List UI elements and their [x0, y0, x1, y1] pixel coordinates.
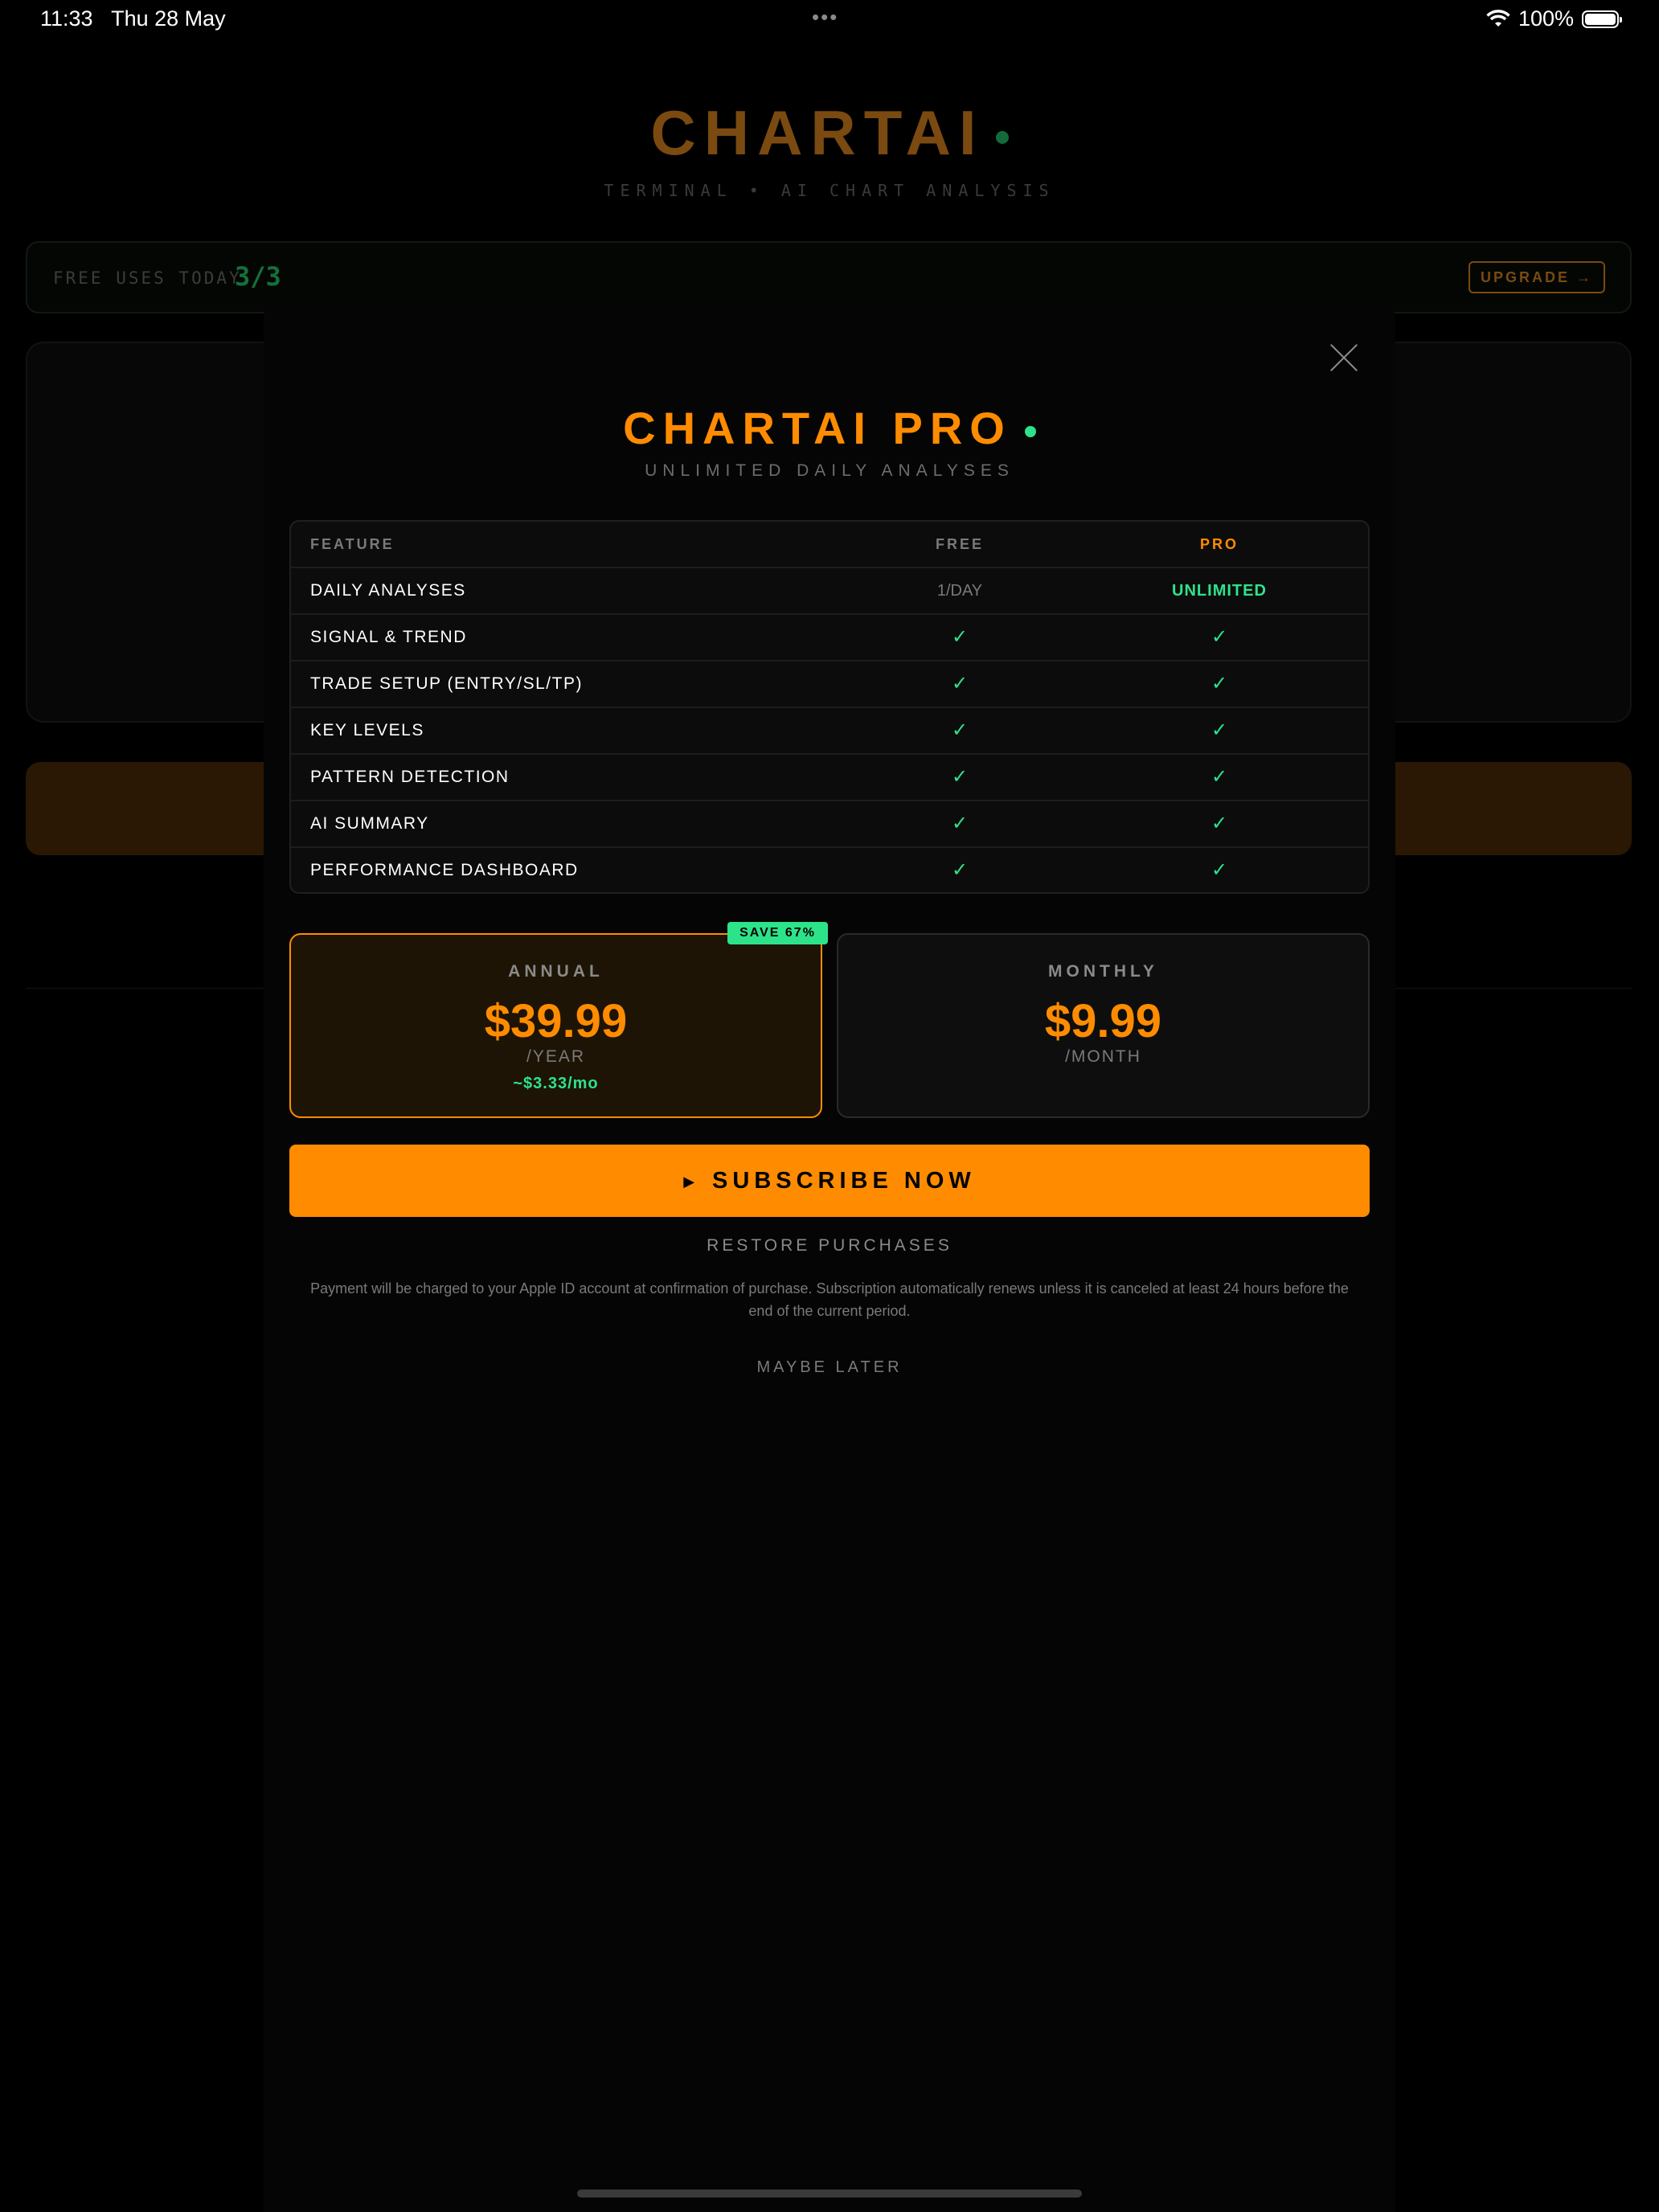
upgrade-button[interactable]: UPGRADE →	[1469, 261, 1605, 293]
status-date: Thu 28 May	[111, 6, 226, 31]
status-right: 100%	[1486, 6, 1622, 31]
table-header: FEATURE FREE PRO	[291, 522, 1368, 567]
check-icon: ✓	[951, 719, 969, 741]
table-row: PERFORMANCE DASHBOARD ✓ ✓	[291, 846, 1368, 892]
plan-period: /MONTH	[1065, 1047, 1141, 1066]
check-icon: ✓	[951, 766, 969, 788]
background-subtitle: TERMINAL • AI CHART ANALYSIS	[604, 181, 1055, 200]
check-icon: ✓	[1210, 719, 1228, 741]
subscribe-label: SUBSCRIBE NOW	[712, 1168, 976, 1194]
battery-percent: 100%	[1518, 6, 1574, 31]
check-icon: ✓	[1210, 673, 1228, 694]
feature-free-value: 1/DAY	[936, 582, 983, 600]
save-badge: SAVE 67%	[727, 922, 828, 944]
paywall-title: CHARTAI PRO	[264, 402, 1395, 454]
check-icon: ✓	[951, 673, 969, 694]
feature-name: TRADE SETUP (ENTRY/SL/TP)	[310, 674, 583, 693]
check-icon: ✓	[1210, 626, 1228, 648]
check-icon: ✓	[951, 813, 969, 834]
legal-text: Payment will be charged to your Apple ID…	[310, 1280, 1349, 1319]
check-icon: ✓	[1210, 813, 1228, 834]
feature-name: PATTERN DETECTION	[310, 768, 510, 786]
table-row: TRADE SETUP (ENTRY/SL/TP) ✓ ✓	[291, 660, 1368, 707]
paywall-subtitle: UNLIMITED DAILY ANALYSES	[645, 461, 1014, 480]
annual-plan-card[interactable]: ANNUAL $39.99 /YEAR ~$3.33/mo	[289, 933, 822, 1118]
table-row: AI SUMMARY ✓ ✓	[291, 800, 1368, 846]
header-pro: PRO	[1199, 536, 1239, 552]
maybe-later-link[interactable]: MAYBE LATER	[264, 1358, 1395, 1377]
feature-comparison-table: FEATURE FREE PRO DAILY ANALYSES 1/DAY UN…	[289, 520, 1370, 894]
background-logo: CHARTAI	[0, 96, 1659, 170]
wifi-icon	[1486, 9, 1510, 27]
feature-name: DAILY ANALYSES	[310, 581, 466, 600]
logo-dot-icon	[995, 131, 1009, 145]
feature-name: SIGNAL & TREND	[310, 628, 467, 646]
check-icon: ✓	[951, 626, 969, 648]
multitasking-dots[interactable]: •••	[812, 5, 838, 30]
status-time: 11:33 Thu 28 May	[40, 6, 226, 31]
header-free: FREE	[935, 536, 984, 552]
home-indicator[interactable]	[577, 2189, 1082, 2198]
monthly-plan-card[interactable]: MONTHLY $9.99 /MONTH	[837, 933, 1370, 1118]
feature-name: KEY LEVELS	[310, 721, 424, 739]
check-icon: ✓	[1210, 859, 1228, 881]
battery-icon	[1582, 10, 1622, 28]
table-row: SIGNAL & TREND ✓ ✓	[291, 613, 1368, 660]
restore-purchases-link[interactable]: RESTORE PURCHASES	[264, 1236, 1395, 1256]
usage-count: 3/3	[235, 261, 281, 292]
play-arrow-icon: ▶	[683, 1174, 700, 1190]
check-icon: ✓	[1210, 766, 1228, 788]
table-row: PATTERN DETECTION ✓ ✓	[291, 753, 1368, 800]
plan-price: $9.99	[1044, 995, 1162, 1047]
feature-name: AI SUMMARY	[310, 814, 429, 833]
table-row: DAILY ANALYSES 1/DAY UNLIMITED	[291, 567, 1368, 613]
status-dot-icon	[1024, 426, 1036, 438]
plan-name: ANNUAL	[508, 962, 604, 981]
plan-price: $39.99	[484, 995, 628, 1047]
feature-name: PERFORMANCE DASHBOARD	[310, 861, 579, 879]
plan-name: MONTHLY	[1048, 962, 1158, 981]
feature-pro-value: UNLIMITED	[1172, 582, 1267, 600]
plan-period: /YEAR	[526, 1047, 586, 1066]
plan-per-month: ~$3.33/mo	[513, 1075, 599, 1092]
check-icon: ✓	[951, 859, 969, 881]
table-row: KEY LEVELS ✓ ✓	[291, 707, 1368, 753]
usage-label: FREE USES TODAY	[53, 268, 242, 288]
subscribe-button[interactable]: ▶ SUBSCRIBE NOW	[289, 1145, 1370, 1217]
header-feature: FEATURE	[310, 536, 395, 552]
close-icon[interactable]	[1328, 342, 1360, 374]
